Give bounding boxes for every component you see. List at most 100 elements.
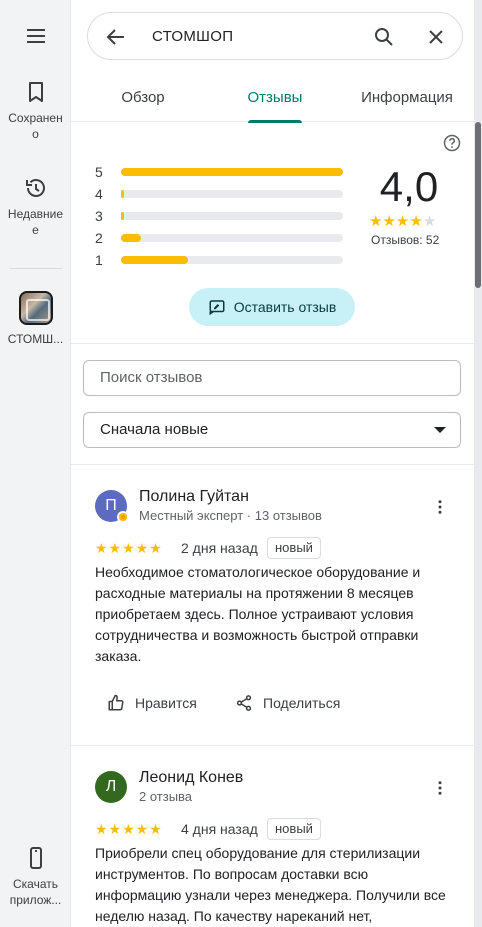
avatar[interactable]: Л: [95, 771, 127, 803]
histogram-bar: [121, 190, 125, 198]
histogram-bar: [121, 212, 125, 220]
rail-divider: [10, 268, 62, 269]
recent-place-stomshop[interactable]: СТОМШ...: [0, 291, 71, 347]
avatar-initial: П: [105, 497, 117, 514]
histogram-star-label: 3: [95, 208, 103, 224]
more-vert-icon[interactable]: [431, 498, 449, 516]
reviewer-name[interactable]: Полина Гуйтан: [139, 488, 249, 506]
share-label: Поделиться: [263, 695, 341, 711]
divider: [71, 745, 474, 746]
download-app-button[interactable]: Скачать прилож...: [0, 846, 71, 908]
histogram-track: [121, 212, 343, 220]
histogram-track: [121, 234, 343, 242]
like-label: Нравится: [135, 695, 197, 711]
scrollbar-thumb[interactable]: [475, 122, 481, 288]
review-text: Необходимое стоматологическое оборудован…: [95, 564, 421, 664]
avatar[interactable]: П: [95, 490, 129, 523]
phone-icon: [29, 847, 42, 869]
review-date: 4 дня назад: [181, 821, 258, 837]
histogram-bar: [121, 234, 141, 242]
sort-value: Сначала новые: [100, 421, 209, 438]
search-query[interactable]: СТОМШОП: [152, 28, 233, 45]
star-filled-icon: ★: [369, 213, 383, 230]
write-review-label: Оставить отзыв: [233, 299, 337, 315]
new-badge: новый: [267, 537, 321, 559]
recent-label-2: е: [32, 223, 39, 237]
recent-button[interactable]: Недавние е: [0, 176, 71, 238]
histogram-row-4[interactable]: 4: [95, 186, 355, 208]
place-panel: СТОМШОП Обзор Отзывы Информация 5 4 3 2 1 4,…: [71, 0, 474, 927]
more-vert-icon[interactable]: [431, 779, 449, 797]
download-label-1: Скачать: [13, 877, 58, 891]
search-box[interactable]: СТОМШОП: [87, 12, 463, 60]
close-icon[interactable]: [424, 25, 448, 49]
new-badge: новый: [267, 818, 321, 840]
review-search-placeholder: Поиск отзывов: [100, 369, 203, 386]
write-review-button[interactable]: Оставить отзыв: [189, 288, 355, 326]
review-search-input[interactable]: Поиск отзывов: [83, 360, 461, 396]
bookmark-icon: [28, 82, 43, 102]
review-stars: ★★★★★: [95, 821, 163, 837]
avatar-initial: Л: [105, 778, 117, 795]
download-label-2: прилож...: [9, 893, 62, 907]
tab-overview[interactable]: Обзор: [91, 74, 195, 122]
histogram-star-label: 4: [95, 186, 103, 202]
saved-label-1: Сохранен: [8, 111, 63, 125]
like-button[interactable]: Нравится: [107, 694, 197, 712]
review-count: Отзывов: 52: [371, 233, 440, 247]
menu-button[interactable]: [0, 24, 71, 54]
histogram-bar: [121, 256, 188, 264]
histogram-bar: [121, 168, 343, 176]
divider: [71, 343, 474, 344]
review-card: П Полина Гуйтан Местный эксперт · 13 отз…: [71, 480, 474, 745]
dropdown-caret-icon: [434, 427, 446, 433]
histogram-star-label: 1: [95, 252, 103, 268]
rating-histogram: 5 4 3 2 1: [95, 164, 355, 274]
rate-review-icon: [209, 300, 225, 316]
histogram-row-3[interactable]: 3: [95, 208, 355, 230]
histogram-row-2[interactable]: 2: [95, 230, 355, 252]
histogram-row-1[interactable]: 1: [95, 252, 355, 274]
scrollbar[interactable]: [474, 0, 482, 927]
average-rating: 4,0: [379, 163, 439, 210]
star-filled-icon: ★: [409, 213, 423, 230]
share-icon: [236, 695, 252, 711]
history-icon: [25, 179, 45, 197]
review-date: 2 дня назад: [181, 540, 258, 556]
review-stars: ★★★★★: [95, 540, 163, 556]
histogram-star-label: 2: [95, 230, 103, 246]
review-text: Приобрели спец оборудование для стерилиз…: [95, 845, 446, 924]
recent-label-1: Недавние: [7, 207, 64, 221]
histogram-star-label: 5: [95, 164, 103, 180]
divider: [71, 464, 474, 465]
star-filled-icon: ★: [395, 213, 410, 230]
place-label: СТОМШ...: [7, 332, 64, 346]
sort-dropdown[interactable]: Сначала новые: [83, 412, 461, 448]
star-empty-icon: ★: [422, 213, 437, 230]
reviewer-meta[interactable]: 2 отзыва: [139, 789, 192, 804]
place-thumbnail: [18, 291, 53, 325]
review-card: Л Леонид Конев 2 отзыва ★★★★★ 4 дня наза…: [71, 761, 474, 927]
menu-icon: [26, 29, 45, 43]
search-icon[interactable]: [372, 25, 396, 49]
histogram-track: [121, 190, 343, 198]
reviewer-name[interactable]: Леонид Конев: [139, 769, 243, 787]
local-guide-badge-icon: [117, 511, 129, 523]
histogram-track: [121, 256, 343, 264]
histogram-track: [121, 168, 343, 176]
average-rating-stars: ★★★★★: [369, 212, 436, 230]
tabs: Обзор Отзывы Информация: [71, 74, 474, 123]
share-button[interactable]: Поделиться: [235, 694, 340, 712]
star-filled-icon: ★: [382, 213, 396, 230]
back-arrow-icon[interactable]: [104, 25, 128, 49]
saved-label-2: о: [32, 127, 39, 141]
tab-reviews[interactable]: Отзывы: [223, 74, 327, 123]
histogram-row-5[interactable]: 5: [95, 164, 355, 186]
left-rail: Сохранен о Недавние е СТОМШ... Скачать п…: [0, 0, 71, 927]
help-icon[interactable]: [443, 134, 461, 152]
saved-button[interactable]: Сохранен о: [0, 80, 71, 142]
active-tab-indicator: [248, 120, 302, 123]
reviewer-meta[interactable]: Местный эксперт · 13 отзывов: [139, 508, 322, 523]
thumb-up-icon: [108, 694, 124, 711]
tab-info[interactable]: Информация: [355, 74, 459, 122]
